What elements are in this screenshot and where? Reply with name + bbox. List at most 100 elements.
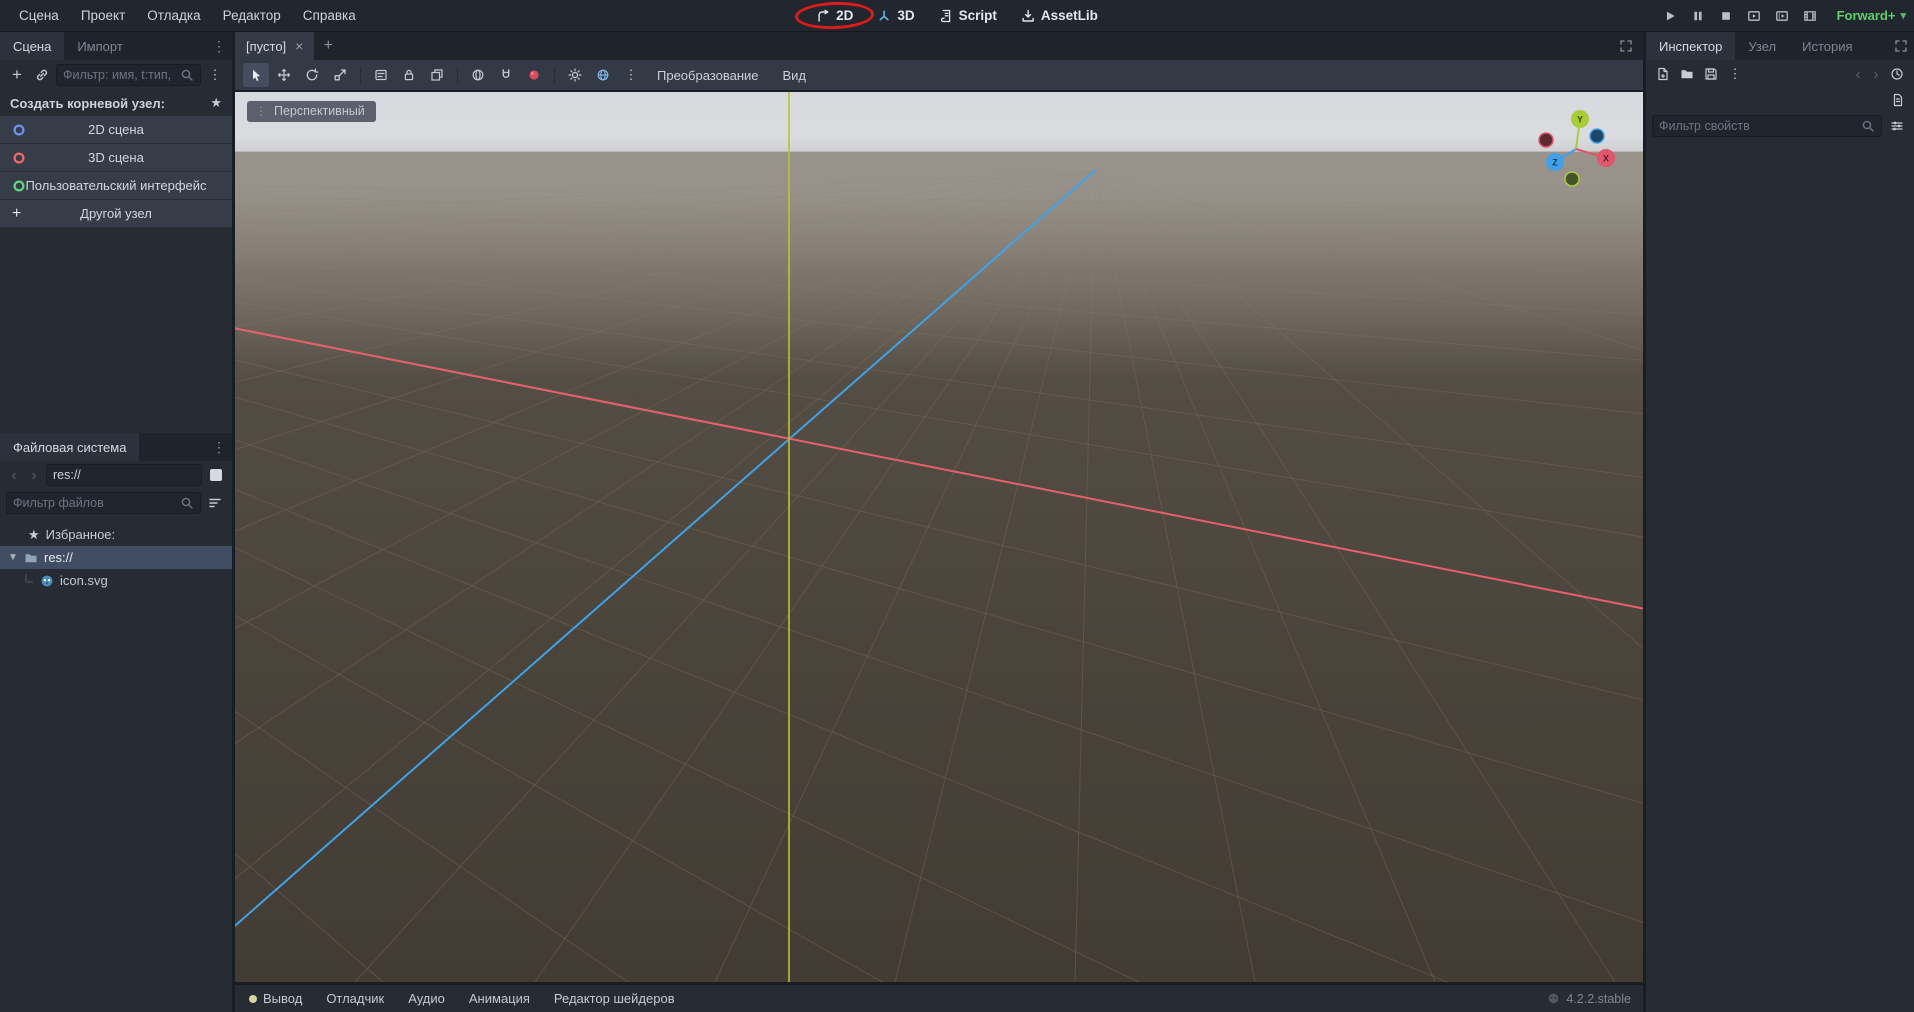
local-space-button[interactable] (465, 63, 491, 87)
toggle-split-mode-button[interactable] (206, 465, 226, 485)
bottom-tab-audio[interactable]: Аудио (396, 985, 457, 1012)
view-axis-gizmo[interactable]: Y X Z (1521, 94, 1631, 204)
view-menu[interactable]: Вид (772, 68, 818, 83)
inspector-forward-icon[interactable]: › (1868, 66, 1884, 83)
neg-x-axis-ball[interactable] (1538, 132, 1554, 148)
path-box (46, 464, 202, 486)
path-input[interactable] (53, 468, 195, 482)
create-3d-scene-button[interactable]: 3D сцена (0, 144, 232, 171)
viewport-scene[interactable] (235, 92, 1643, 982)
play-scene-button[interactable] (1741, 3, 1767, 29)
rotate-tool-button[interactable] (299, 63, 325, 87)
snap-toggle-button[interactable] (493, 63, 519, 87)
workspace-script-button[interactable]: Script (927, 0, 1009, 31)
preview-material-button[interactable] (521, 63, 547, 87)
favorites-label: Избранное: (45, 527, 116, 542)
file-sort-button[interactable] (204, 492, 226, 514)
inspector-filter-row (1646, 112, 1914, 140)
workspace-3d-button[interactable]: 3D (865, 0, 926, 31)
viewport-toolbar: ⋮ Преобразование Вид (235, 60, 1643, 90)
magnet-icon (502, 69, 510, 78)
neg-y-axis-ball[interactable] (1564, 171, 1580, 187)
bottom-tab-label: Редактор шейдеров (553, 991, 675, 1006)
transform-menu[interactable]: Преобразование (646, 68, 770, 83)
collapse-caret-icon[interactable]: ▼ (8, 552, 18, 563)
dock-float-button[interactable] (1888, 32, 1914, 60)
group-node-button[interactable] (424, 63, 450, 87)
viewport-extra-menu-icon[interactable]: ⋮ (618, 63, 644, 87)
file-filter-input[interactable] (13, 496, 176, 510)
scale-tool-button[interactable] (327, 63, 353, 87)
scene-toolbar-menu-icon[interactable]: ⋮ (204, 64, 226, 86)
workspace-2d-button[interactable]: 2D (794, 0, 875, 31)
neg-z-axis-ball[interactable] (1589, 128, 1605, 144)
filesystem-dock-menu-icon[interactable]: ⋮ (206, 433, 232, 461)
tree-row-icon-svg[interactable]: icon.svg (0, 569, 232, 592)
scene-filter-input[interactable] (63, 68, 176, 82)
tab-filesystem[interactable]: Файловая система (0, 433, 140, 461)
menu-debug[interactable]: Отладка (136, 0, 211, 31)
play-button[interactable] (1657, 3, 1683, 29)
nav-back-icon[interactable]: ‹ (6, 467, 22, 484)
stop-button[interactable] (1713, 3, 1739, 29)
property-filter-input[interactable] (1659, 119, 1857, 133)
workspace-assetlib-button[interactable]: AssetLib (1009, 0, 1110, 31)
distraction-free-button[interactable] (1609, 32, 1643, 60)
2d-icon (816, 9, 830, 23)
scene-dock-tabs: Сцена Импорт ⋮ (0, 32, 232, 60)
bottom-tab-animation[interactable]: Анимация (457, 985, 542, 1012)
play-custom-scene-button[interactable] (1769, 3, 1795, 29)
instance-scene-button[interactable] (31, 64, 53, 86)
nav-forward-icon[interactable]: › (26, 467, 42, 484)
menu-scene[interactable]: Сцена (8, 0, 70, 31)
bottom-tab-shader-editor[interactable]: Редактор шейдеров (542, 985, 687, 1012)
list-select-button[interactable] (368, 63, 394, 87)
favorites-row[interactable]: ★ Избранное: (0, 523, 232, 546)
select-tool-button[interactable] (243, 63, 269, 87)
create-other-node-button[interactable]: + Другой узел (0, 200, 232, 227)
assetlib-download-icon (1021, 9, 1035, 23)
viewport-3d[interactable]: ⋮ Перспективный Y X Z (235, 90, 1643, 984)
bottom-tab-output[interactable]: Вывод (247, 985, 314, 1012)
tab-history[interactable]: История (1789, 32, 1865, 60)
menu-editor[interactable]: Редактор (212, 0, 292, 31)
menu-project[interactable]: Проект (70, 0, 136, 31)
fullscreen-icon (1620, 40, 1632, 52)
pause-button[interactable] (1685, 3, 1711, 29)
inspector-toolbar: ⋮ ‹ › (1646, 60, 1914, 88)
tab-import[interactable]: Импорт (64, 32, 135, 60)
perspective-menu[interactable]: ⋮ Перспективный (247, 101, 376, 122)
resource-extra-menu-icon[interactable]: ⋮ (1724, 63, 1746, 85)
bottom-tab-debugger[interactable]: Отладчик (314, 985, 396, 1012)
tab-scene[interactable]: Сцена (0, 32, 65, 60)
close-icon[interactable]: × (295, 38, 303, 54)
new-resource-button[interactable] (1652, 63, 1674, 85)
version-info[interactable]: 4.2.2.stable (1547, 992, 1631, 1006)
inspector-history-button[interactable] (1886, 63, 1908, 85)
add-node-button[interactable]: + (6, 64, 28, 86)
move-tool-button[interactable] (271, 63, 297, 87)
menu-help[interactable]: Справка (292, 0, 367, 31)
open-documentation-button[interactable] (1887, 89, 1909, 111)
tab-inspector[interactable]: Инспектор (1646, 32, 1736, 60)
favorites-star-icon[interactable]: ★ (210, 95, 222, 111)
preview-sunlight-button[interactable] (562, 63, 588, 87)
create-2d-scene-button[interactable]: 2D сцена (0, 116, 232, 143)
save-resource-button[interactable] (1700, 63, 1722, 85)
new-resource-icon (1658, 67, 1668, 81)
preview-environment-button[interactable] (590, 63, 616, 87)
renderer-selector[interactable]: Forward+ ▾ (1837, 8, 1906, 23)
load-resource-button[interactable] (1676, 63, 1698, 85)
filter-options-button[interactable] (1886, 115, 1908, 137)
scene-dock-menu-icon[interactable]: ⋮ (206, 32, 232, 60)
scene-tab-empty[interactable]: [пусто] × (235, 32, 315, 60)
create-ui-scene-button[interactable]: Пользовательский интерфейс (0, 172, 232, 199)
tab-node[interactable]: Узел (1735, 32, 1789, 60)
inspector-back-icon[interactable]: ‹ (1850, 66, 1866, 83)
sphere-icon (529, 70, 539, 80)
link-icon (36, 69, 48, 81)
tree-row-res-root[interactable]: ▼ res:// (0, 546, 232, 569)
movie-maker-button[interactable] (1797, 3, 1823, 29)
new-scene-tab-button[interactable]: + (314, 32, 342, 60)
lock-node-button[interactable] (396, 63, 422, 87)
